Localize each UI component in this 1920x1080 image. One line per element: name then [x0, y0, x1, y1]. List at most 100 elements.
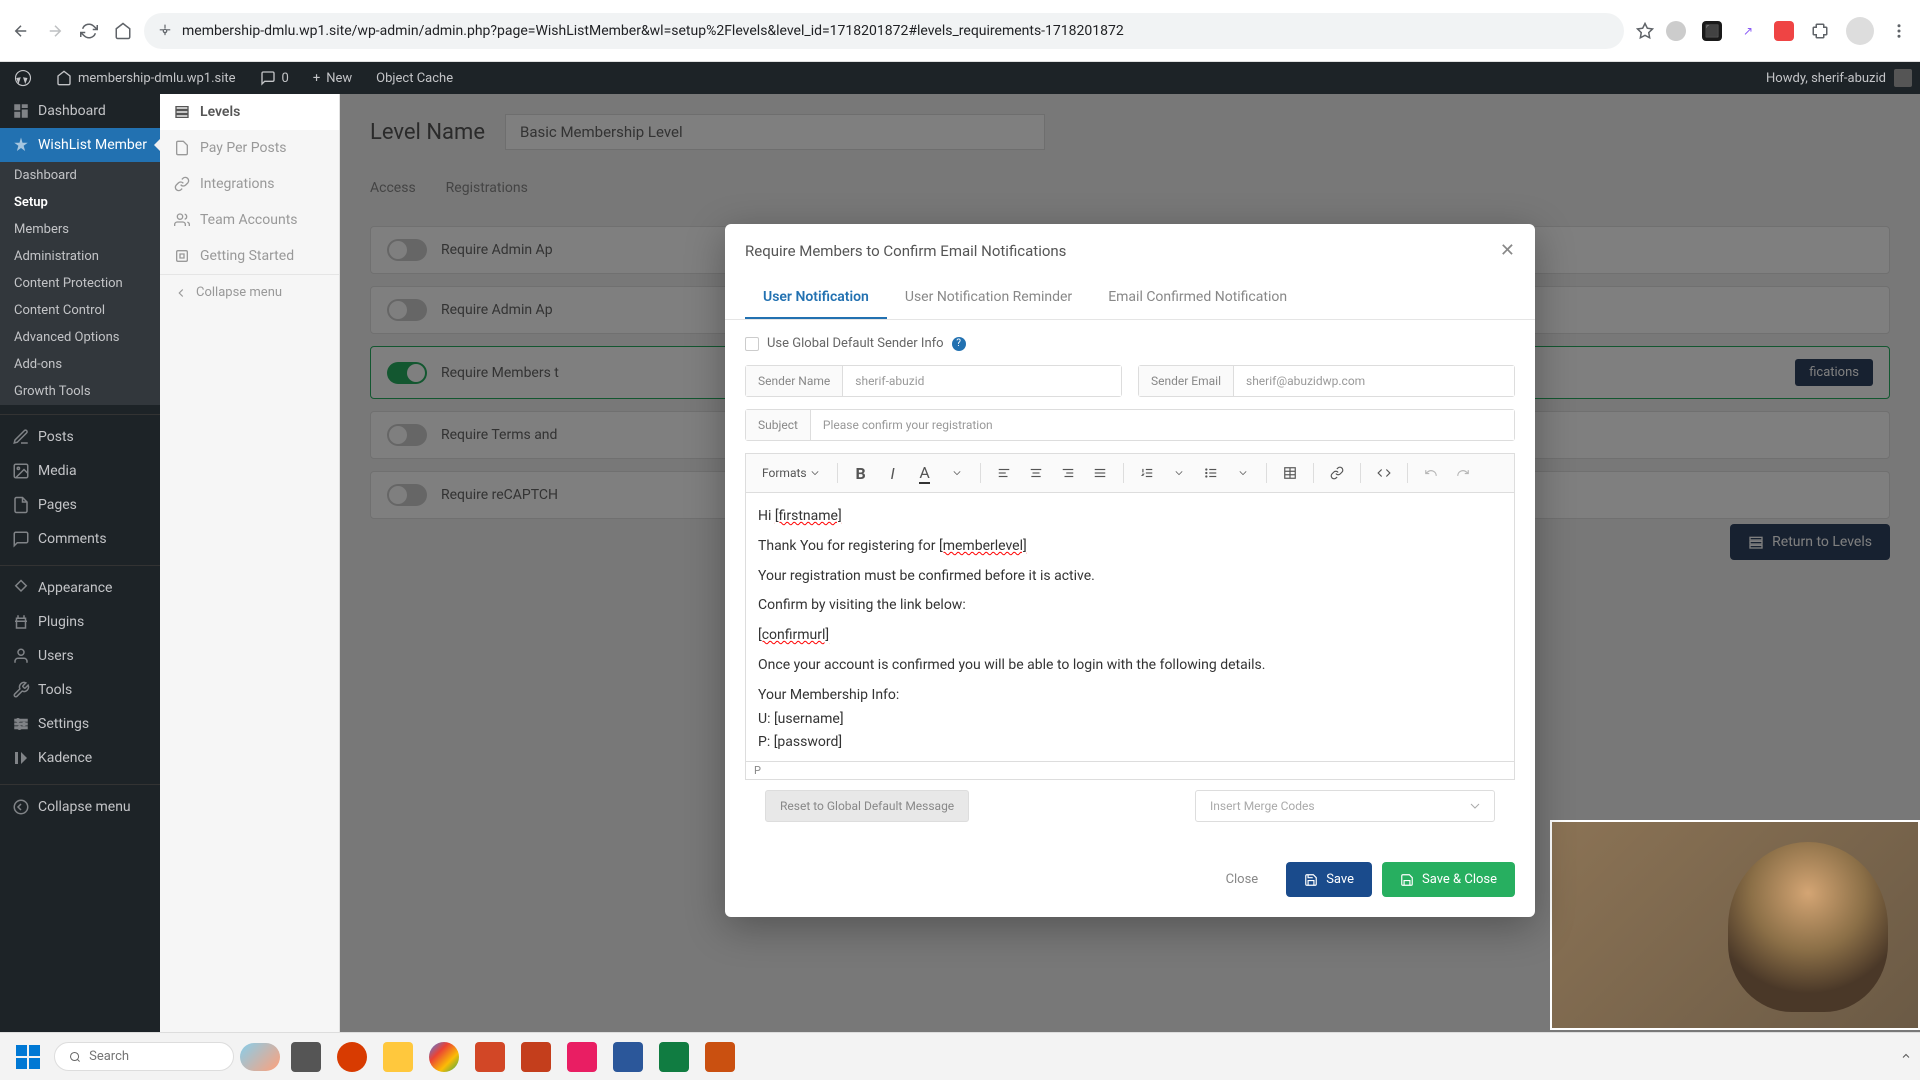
user-avatar-icon[interactable] [1894, 69, 1912, 87]
app-icon[interactable] [654, 1037, 694, 1077]
start-button[interactable] [8, 1037, 48, 1077]
sidebar-team[interactable]: Team Accounts [160, 202, 339, 238]
tab-user-notification[interactable]: User Notification [745, 277, 887, 319]
menu-dashboard[interactable]: Dashboard [0, 94, 160, 128]
extension-icon[interactable] [1666, 21, 1686, 41]
app-icon[interactable] [378, 1037, 418, 1077]
menu-plugins[interactable]: Plugins [0, 605, 160, 639]
submenu-setup[interactable]: Setup [0, 189, 160, 216]
reset-button[interactable]: Reset to Global Default Message [765, 790, 969, 822]
align-justify-icon[interactable] [1087, 460, 1113, 486]
redo-icon[interactable] [1450, 460, 1476, 486]
email-body-editor[interactable]: Hi [firstname] Thank You for registering… [745, 492, 1515, 762]
color-dropdown-icon[interactable] [944, 460, 970, 486]
submenu-addons[interactable]: Add-ons [0, 351, 160, 378]
app-icon[interactable] [332, 1037, 372, 1077]
wp-logo[interactable] [8, 62, 38, 94]
sender-email-label: Sender Email [1139, 366, 1234, 396]
collapse-wp-menu[interactable]: Collapse menu [0, 790, 160, 824]
code-icon[interactable] [1371, 460, 1397, 486]
submenu-content-protection[interactable]: Content Protection [0, 270, 160, 297]
wp-admin-sidebar: Dashboard WishList Member Dashboard Setu… [0, 94, 160, 1080]
menu-appearance[interactable]: Appearance [0, 571, 160, 605]
browser-toolbar: membership-dmlu.wp1.site/wp-admin/admin.… [0, 0, 1920, 62]
extension-icon[interactable] [1774, 21, 1794, 41]
app-icon[interactable] [424, 1037, 464, 1077]
list-dropdown-icon[interactable] [1230, 460, 1256, 486]
collapse-sec-menu[interactable]: Collapse menu [160, 274, 339, 310]
file-explorer-icon[interactable] [286, 1037, 326, 1077]
menu-kadence[interactable]: Kadence [0, 741, 160, 775]
align-right-icon[interactable] [1055, 460, 1081, 486]
submenu-dashboard[interactable]: Dashboard [0, 162, 160, 189]
submenu-administration[interactable]: Administration [0, 243, 160, 270]
app-icon[interactable] [608, 1037, 648, 1077]
submenu-advanced[interactable]: Advanced Options [0, 324, 160, 351]
tab-reminder[interactable]: User Notification Reminder [887, 277, 1090, 319]
submenu-members[interactable]: Members [0, 216, 160, 243]
comments-count[interactable]: 0 [254, 62, 295, 94]
text-color-icon[interactable]: A [912, 460, 938, 486]
extensions-icon[interactable] [1810, 21, 1830, 41]
table-icon[interactable] [1277, 460, 1303, 486]
extension-icon[interactable]: ⬛ [1702, 21, 1722, 41]
address-bar[interactable]: membership-dmlu.wp1.site/wp-admin/admin.… [144, 13, 1624, 49]
subject-input[interactable] [811, 410, 1514, 440]
close-icon[interactable]: ✕ [1500, 240, 1515, 261]
sender-name-input[interactable] [843, 366, 1121, 396]
italic-icon[interactable]: I [880, 460, 906, 486]
link-icon[interactable] [1324, 460, 1350, 486]
menu-wishlist[interactable]: WishList Member [0, 128, 160, 162]
weather-widget[interactable] [240, 1037, 280, 1077]
app-icon[interactable] [516, 1037, 556, 1077]
menu-posts[interactable]: Posts [0, 420, 160, 454]
ordered-list-icon[interactable] [1134, 460, 1160, 486]
howdy-user[interactable]: Howdy, sherif-abuzid [1766, 71, 1886, 86]
help-icon[interactable]: ? [952, 337, 966, 351]
formats-dropdown[interactable]: Formats [754, 462, 827, 484]
reload-button[interactable] [80, 22, 98, 40]
app-icon[interactable] [700, 1037, 740, 1077]
merge-codes-dropdown[interactable]: Insert Merge Codes [1195, 790, 1495, 822]
list-dropdown-icon[interactable] [1166, 460, 1192, 486]
global-sender-checkbox[interactable] [745, 337, 759, 351]
align-left-icon[interactable] [991, 460, 1017, 486]
email-notification-modal: Require Members to Confirm Email Notific… [725, 224, 1535, 917]
menu-users[interactable]: Users [0, 639, 160, 673]
sidebar-getting-started[interactable]: Getting Started [160, 238, 339, 274]
profile-avatar[interactable] [1846, 17, 1874, 45]
submenu-content-control[interactable]: Content Control [0, 297, 160, 324]
extension-icon[interactable]: ↗ [1738, 21, 1758, 41]
sender-email-input[interactable] [1234, 366, 1514, 396]
site-name[interactable]: membership-dmlu.wp1.site [50, 62, 242, 94]
close-button[interactable]: Close [1208, 862, 1277, 897]
sidebar-levels[interactable]: Levels [160, 94, 339, 130]
sidebar-integrations[interactable]: Integrations [160, 166, 339, 202]
menu-tools[interactable]: Tools [0, 673, 160, 707]
unordered-list-icon[interactable] [1198, 460, 1224, 486]
app-icon[interactable] [562, 1037, 602, 1077]
save-close-button[interactable]: Save & Close [1382, 862, 1515, 897]
undo-icon[interactable] [1418, 460, 1444, 486]
menu-pages[interactable]: Pages [0, 488, 160, 522]
forward-button[interactable] [46, 22, 64, 40]
object-cache[interactable]: Object Cache [370, 62, 459, 94]
back-button[interactable] [12, 22, 30, 40]
menu-comments[interactable]: Comments [0, 522, 160, 556]
save-button[interactable]: Save [1286, 862, 1372, 897]
sidebar-ppp[interactable]: Pay Per Posts [160, 130, 339, 166]
app-icon[interactable] [470, 1037, 510, 1077]
menu-settings[interactable]: Settings [0, 707, 160, 741]
align-center-icon[interactable] [1023, 460, 1049, 486]
menu-media[interactable]: Media [0, 454, 160, 488]
submenu-growth[interactable]: Growth Tools [0, 378, 160, 405]
bookmark-star-icon[interactable] [1636, 22, 1654, 40]
menu-icon[interactable] [1890, 22, 1908, 40]
home-button[interactable] [114, 22, 132, 40]
tab-confirmed[interactable]: Email Confirmed Notification [1090, 277, 1305, 319]
new-content[interactable]: +New [307, 62, 358, 94]
bold-icon[interactable]: B [848, 460, 874, 486]
windows-taskbar [0, 1032, 1920, 1080]
taskbar-search[interactable] [54, 1042, 234, 1071]
taskbar-tray-chevron[interactable] [1900, 1047, 1912, 1066]
